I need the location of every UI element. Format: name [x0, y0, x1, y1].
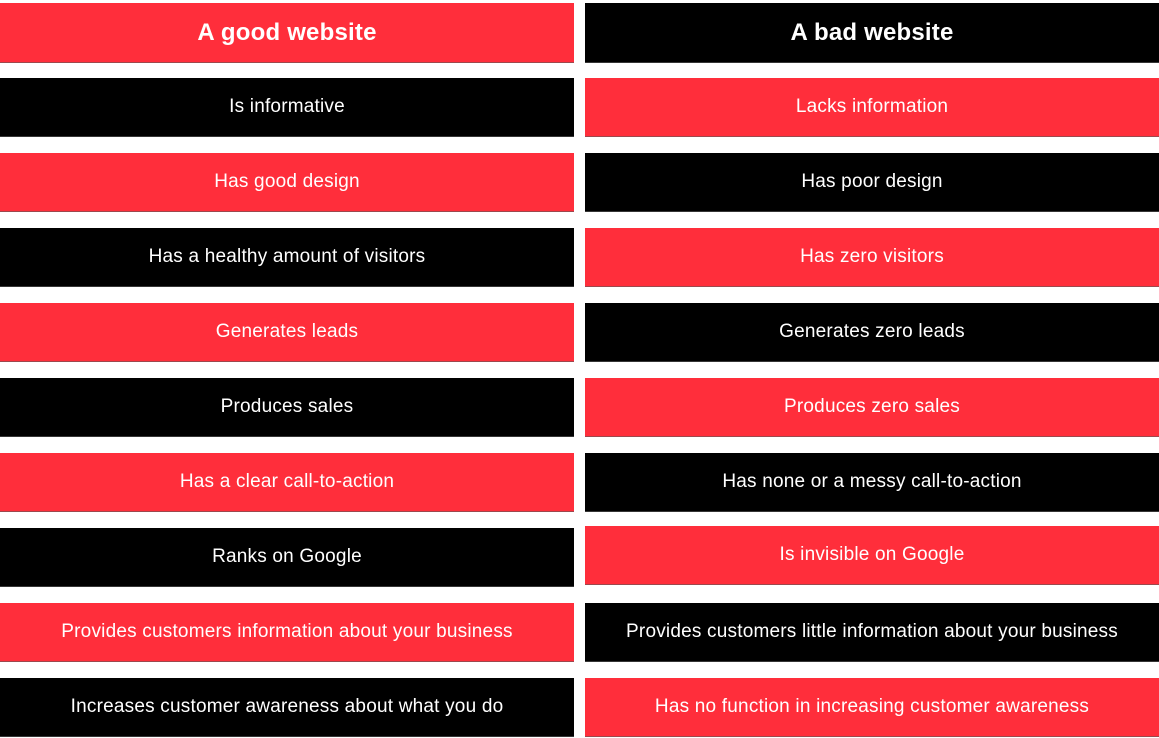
good-item: Ranks on Google — [0, 528, 574, 587]
good-item: Has a healthy amount of visitors — [0, 228, 574, 287]
good-item: Has a clear call-to-action — [0, 453, 574, 512]
bad-website-header: A bad website — [585, 3, 1159, 63]
bad-item: Has poor design — [585, 153, 1159, 212]
good-item: Has good design — [0, 153, 574, 212]
bad-item: Has zero visitors — [585, 228, 1159, 287]
bad-item: Produces zero sales — [585, 378, 1159, 437]
bad-item: Generates zero leads — [585, 303, 1159, 362]
bad-item: Provides customers little information ab… — [585, 603, 1159, 662]
bad-item: Has none or a messy call-to-action — [585, 453, 1159, 512]
good-website-header: A good website — [0, 3, 574, 63]
bad-item: Has no function in increasing customer a… — [585, 678, 1159, 737]
good-item: Generates leads — [0, 303, 574, 362]
good-item: Provides customers information about you… — [0, 603, 574, 662]
good-item: Produces sales — [0, 378, 574, 437]
bad-item: Lacks information — [585, 78, 1159, 137]
good-item: Increases customer awareness about what … — [0, 678, 574, 737]
good-item: Is informative — [0, 78, 574, 137]
bad-item: Is invisible on Google — [585, 526, 1159, 585]
